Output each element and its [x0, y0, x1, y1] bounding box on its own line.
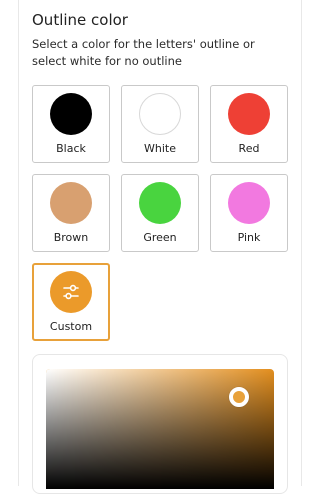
brown-swatch: [50, 182, 92, 224]
color-option-black[interactable]: Black: [32, 85, 110, 163]
color-option-label: Black: [56, 142, 86, 155]
sliders-icon: [63, 284, 79, 300]
color-option-green[interactable]: Green: [121, 174, 199, 252]
color-option-pink[interactable]: Pink: [210, 174, 288, 252]
color-option-label: Custom: [49, 320, 93, 333]
section-title: Outline color: [32, 11, 128, 29]
color-option-custom[interactable]: Custom: [32, 263, 110, 341]
green-swatch: [139, 182, 181, 224]
color-picker-handle[interactable]: [229, 387, 249, 407]
color-option-label: Brown: [53, 231, 89, 244]
custom-swatch: [50, 271, 92, 313]
color-option-white[interactable]: White: [121, 85, 199, 163]
color-option-label: Red: [238, 142, 260, 155]
section-description: Select a color for the letters' outline …: [32, 37, 255, 68]
color-option-label: Pink: [237, 231, 261, 244]
red-swatch: [228, 93, 270, 135]
color-option-red[interactable]: Red: [210, 85, 288, 163]
color-option-label: White: [144, 142, 176, 155]
color-option-label: Green: [143, 231, 177, 244]
color-option-brown[interactable]: Brown: [32, 174, 110, 252]
white-swatch: [139, 93, 181, 135]
pink-swatch: [228, 182, 270, 224]
black-swatch: [50, 93, 92, 135]
